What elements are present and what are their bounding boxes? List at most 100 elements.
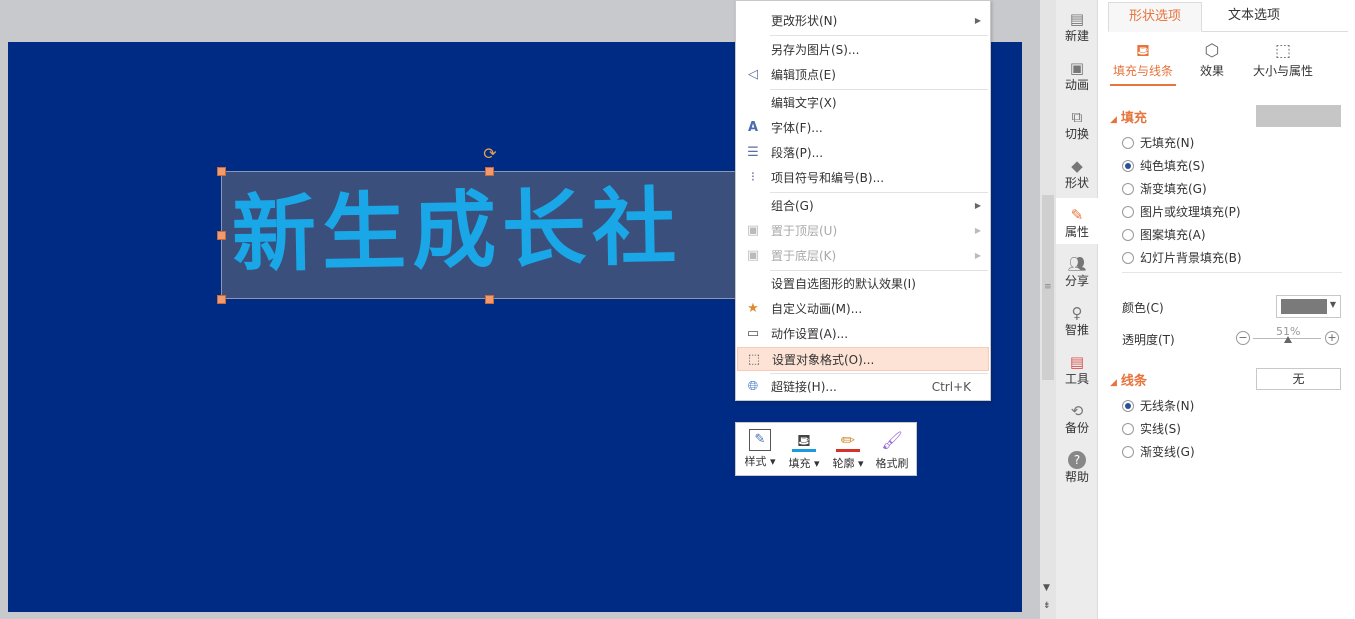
line-option-gradient[interactable]: 渐变线(G) <box>1122 443 1195 461</box>
tab-shape-options[interactable]: 形状选项 <box>1108 2 1202 32</box>
fill-color-swatch[interactable] <box>1256 105 1341 127</box>
color-picker-swatch <box>1281 299 1327 314</box>
radio-button[interactable] <box>1122 182 1134 195</box>
shapes-icon: ◆ <box>1071 157 1083 175</box>
menu-item-edit-text[interactable]: 编辑文字(X) <box>737 91 989 115</box>
sidebar-item-backup[interactable]: ⟲ 备份 <box>1056 394 1098 440</box>
radio-button[interactable] <box>1122 399 1134 412</box>
line-section-header[interactable]: ◢ 线条 <box>1110 370 1147 389</box>
transparency-increase-icon[interactable]: + <box>1325 331 1339 345</box>
cube-icon: ⬡ <box>1204 41 1220 61</box>
radio-label: 幻灯片背景填充(B) <box>1140 251 1242 265</box>
mini-style-button[interactable]: ✎ 样式 ▾ <box>738 427 782 473</box>
sidebar-item-label: 智推 <box>1064 323 1089 337</box>
menu-item-group[interactable]: 组合(G) ▶ <box>737 194 989 218</box>
sidebar-item-tools[interactable]: ▤ 工具 <box>1056 345 1098 391</box>
rotate-handle[interactable]: ⟳ <box>482 146 498 164</box>
radio-button[interactable] <box>1122 422 1134 435</box>
format-object-icon: ⬚ <box>747 352 761 367</box>
menu-item-label: 项目符号和编号(B)... <box>771 171 885 185</box>
fill-option-gradient[interactable]: 渐变填充(G) <box>1122 180 1207 198</box>
sidebar-item-animation[interactable]: ▣ 动画 <box>1056 51 1098 97</box>
bring-front-icon: ▣ <box>746 223 760 238</box>
shape-text[interactable]: 新生成长社 <box>231 172 683 290</box>
sidebar-item-label: 动画 <box>1064 78 1089 92</box>
resize-handle-top-left[interactable] <box>217 167 226 176</box>
scroll-to-end-icon[interactable]: ⇟ <box>1043 601 1051 611</box>
sidebar-item-help[interactable]: ? 帮助 <box>1056 443 1098 489</box>
menu-item-set-default-shape-effect[interactable]: 设置自选图形的默认效果(I) <box>737 272 989 296</box>
task-pane-sidebar: ▤ 新建 ▣ 动画 ⧉ 切换 ◆ 形状 ✎ 属性 👥︎ 分享 ♀ 智推 ▤ 工具… <box>1056 0 1098 619</box>
fill-option-slide-background[interactable]: 幻灯片背景填充(B) <box>1122 249 1242 267</box>
fill-option-pattern[interactable]: 图案填充(A) <box>1122 226 1206 244</box>
animation-icon: ▣ <box>1069 59 1085 77</box>
help-icon: ? <box>1068 451 1086 469</box>
color-picker-dropdown[interactable]: ▼ <box>1276 295 1341 318</box>
resize-handle-left[interactable] <box>217 231 226 240</box>
fill-bucket-icon: ⛾ <box>1136 41 1150 61</box>
vertical-scrollbar[interactable]: ≡ ▼ ⇟ <box>1040 0 1056 619</box>
resize-handle-bottom-left[interactable] <box>217 295 226 304</box>
menu-item-label: 组合(G) <box>771 199 814 213</box>
sidebar-item-shapes[interactable]: ◆ 形状 <box>1056 149 1098 195</box>
menu-item-action-settings[interactable]: ▭ 动作设置(A)... <box>737 322 989 346</box>
menu-item-label: 字体(F)... <box>771 121 823 135</box>
properties-pane: 形状选项 文本选项 ⛾ 填充与线条 ⬡ 效果 ⬚ 大小与属性 ◢ 填充 无填充(N… <box>1098 0 1355 619</box>
menu-item-change-shape[interactable]: 更改形状(N) ▶ <box>737 9 989 33</box>
fill-option-solid[interactable]: 纯色填充(S) <box>1122 157 1205 175</box>
menu-item-label: 另存为图片(S)... <box>771 43 860 57</box>
menu-item-bullets-numbering[interactable]: ⁝ 项目符号和编号(B)... <box>737 166 989 190</box>
chevron-down-icon: ▼ <box>1329 300 1336 309</box>
transparency-decrease-icon[interactable]: − <box>1236 331 1250 345</box>
radio-button[interactable] <box>1122 445 1134 458</box>
menu-item-font[interactable]: A 字体(F)... <box>737 116 989 140</box>
sidebar-item-label: 工具 <box>1064 372 1089 386</box>
subtab-size-and-properties[interactable]: ⬚ 大小与属性 <box>1248 40 1318 86</box>
action-settings-icon: ▭ <box>746 326 760 341</box>
sidebar-item-label: 新建 <box>1064 29 1089 43</box>
line-none-button[interactable]: 无 <box>1256 368 1341 390</box>
submenu-arrow-icon: ▶ <box>974 201 981 210</box>
menu-item-paragraph[interactable]: ☰ 段落(P)... <box>737 141 989 165</box>
backup-icon: ⟲ <box>1070 402 1084 420</box>
menu-item-save-as-picture[interactable]: 另存为图片(S)... <box>737 38 989 62</box>
subtab-label: 大小与属性 <box>1252 64 1313 78</box>
line-section-title: 线条 <box>1120 374 1147 389</box>
radio-label: 渐变线(G) <box>1140 445 1195 459</box>
line-option-none[interactable]: 无线条(N) <box>1122 397 1194 415</box>
menu-item-custom-animation[interactable]: ★ 自定义动画(M)... <box>737 297 989 321</box>
collapse-triangle-icon: ◢ <box>1110 378 1117 388</box>
fill-section-header[interactable]: ◢ 填充 <box>1110 107 1147 126</box>
mini-outline-button[interactable]: ✏ 轮廓 ▾ <box>826 427 870 473</box>
fill-option-picture-texture[interactable]: 图片或纹理填充(P) <box>1122 203 1241 221</box>
sidebar-item-new[interactable]: ▤ 新建 <box>1056 2 1098 48</box>
sidebar-item-label: 备份 <box>1064 421 1089 435</box>
sidebar-item-properties[interactable]: ✎ 属性 <box>1056 198 1098 244</box>
subtab-effects[interactable]: ⬡ 效果 <box>1190 40 1234 86</box>
sidebar-item-share[interactable]: 👥︎ 分享 <box>1056 247 1098 293</box>
radio-button[interactable] <box>1122 228 1134 241</box>
menu-item-hyperlink[interactable]: 🌐︎ 超链接(H)... Ctrl+K <box>737 375 989 399</box>
bullets-icon: ⁝ <box>750 170 756 185</box>
mini-fill-button[interactable]: ⛾ 填充 ▾ <box>782 427 826 473</box>
mini-format-painter-button[interactable]: 🖌︎ 格式刷 <box>870 427 914 473</box>
scroll-down-icon[interactable]: ▼ <box>1043 583 1050 593</box>
radio-button[interactable] <box>1122 136 1134 149</box>
resize-handle-bottom[interactable] <box>485 295 494 304</box>
menu-item-label: 动作设置(A)... <box>771 327 849 341</box>
resize-handle-top[interactable] <box>485 167 494 176</box>
radio-button[interactable] <box>1122 205 1134 218</box>
fill-option-none[interactable]: 无填充(N) <box>1122 134 1194 152</box>
sidebar-item-smart-recommend[interactable]: ♀ 智推 <box>1056 296 1098 342</box>
radio-button[interactable] <box>1122 159 1134 172</box>
line-option-solid[interactable]: 实线(S) <box>1122 420 1181 438</box>
menu-item-label: 编辑文字(X) <box>771 96 837 110</box>
menu-item-format-object[interactable]: ⬚ 设置对象格式(O)... <box>737 347 989 371</box>
sidebar-item-transition[interactable]: ⧉ 切换 <box>1056 100 1098 146</box>
tab-text-options[interactable]: 文本选项 <box>1208 2 1300 32</box>
menu-item-edit-points[interactable]: ◁ 编辑顶点(E) <box>737 63 989 87</box>
radio-button[interactable] <box>1122 251 1134 264</box>
mini-button-label: 样式 <box>744 455 767 468</box>
share-icon: 👥︎ <box>1067 255 1087 273</box>
subtab-fill-and-line[interactable]: ⛾ 填充与线条 <box>1108 40 1178 86</box>
